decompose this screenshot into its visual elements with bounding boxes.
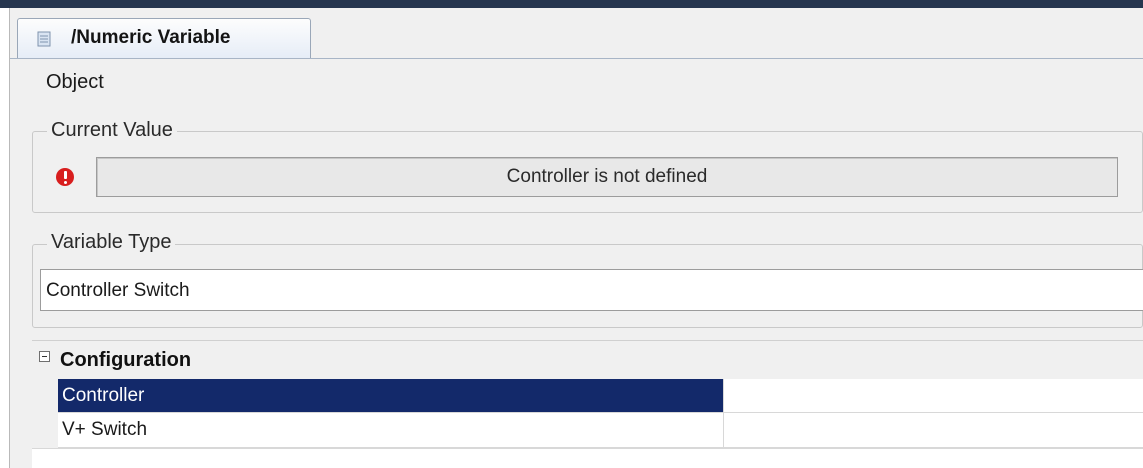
configuration-grid: Controller V+ Switch (58, 379, 1143, 448)
window-top-border (0, 0, 1143, 8)
grid-cell-name[interactable]: V+ Switch (58, 413, 724, 447)
object-menu[interactable]: Object (46, 71, 104, 94)
grid-row-v-switch[interactable]: V+ Switch (58, 413, 1143, 448)
tab-label: /Numeric Variable (71, 27, 231, 48)
description-area (32, 449, 1143, 468)
current-value-text: Controller is not defined (506, 166, 708, 187)
grid-row-controller[interactable]: Controller (58, 379, 1143, 413)
grid-cell-name[interactable]: Controller (58, 379, 724, 412)
tab-underline (10, 58, 1143, 59)
grid-cell-value[interactable] (724, 379, 1143, 412)
grid-gutter (32, 379, 58, 449)
current-value-field: Controller is not defined (96, 157, 1118, 197)
configuration-divider (32, 340, 1143, 341)
error-icon (56, 168, 74, 186)
variable-type-legend: Variable Type (47, 231, 176, 254)
tab-numeric-variable[interactable]: /Numeric Variable (17, 18, 311, 58)
collapse-icon[interactable] (39, 351, 50, 362)
left-edge (0, 8, 10, 468)
grid-cell-value[interactable] (724, 413, 1143, 447)
variable-type-value: Controller Switch (46, 280, 190, 301)
variable-type-field[interactable]: Controller Switch (40, 269, 1143, 311)
configuration-title: Configuration (60, 349, 192, 371)
current-value-legend: Current Value (47, 119, 177, 142)
document-icon (37, 31, 51, 47)
